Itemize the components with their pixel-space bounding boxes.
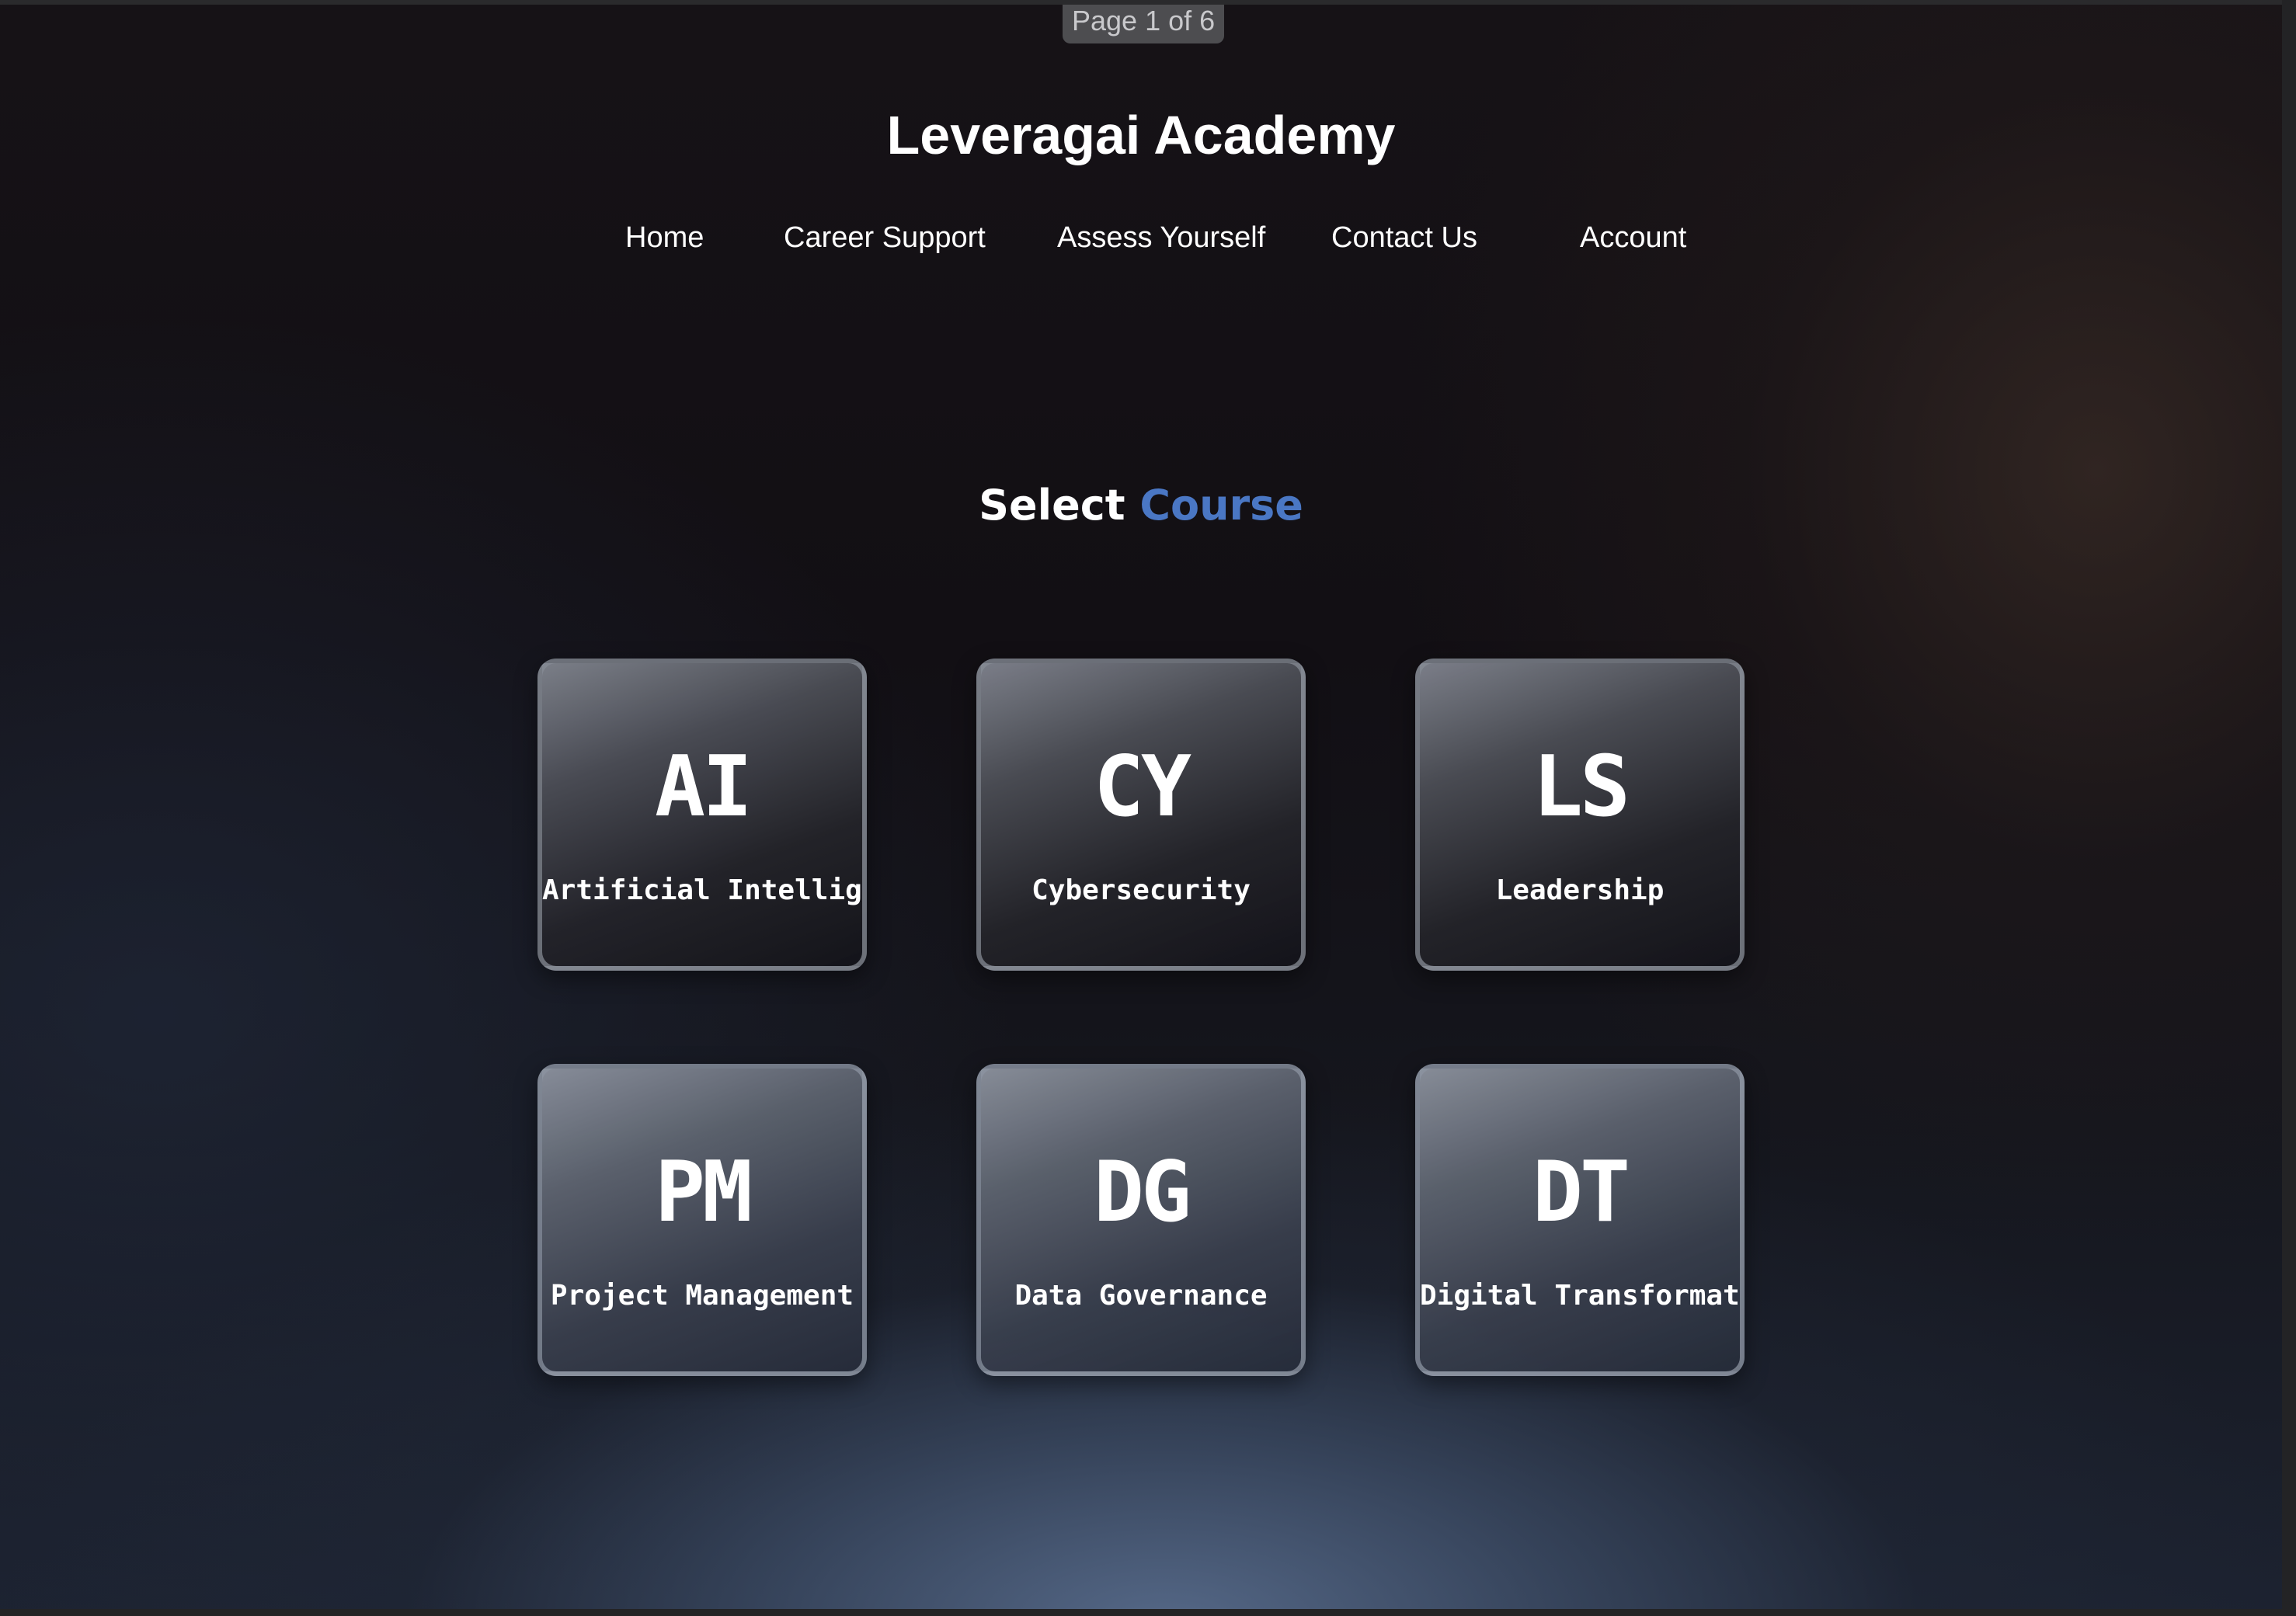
course-code: PM [654, 1144, 753, 1241]
course-name: Digital Transformation [1420, 1280, 1740, 1312]
section-title-course: Course [1139, 481, 1303, 530]
section-title-select: Select [979, 481, 1125, 530]
nav-item-account[interactable]: Account [1580, 214, 1686, 261]
course-card-cybersecurity[interactable]: CY Cybersecurity [976, 659, 1306, 971]
slide-viewport: Page 1 of 6 Leveragai Academy Home Caree… [0, 5, 2282, 1609]
course-name: Project Management [550, 1280, 854, 1312]
nav-item-contact-us[interactable]: Contact Us [1331, 214, 1477, 261]
course-code: LS [1532, 738, 1630, 836]
nav-item-assess-yourself[interactable]: Assess Yourself [1057, 214, 1265, 261]
course-code: DG [1093, 1144, 1191, 1241]
viewer-bottom-gutter [0, 1609, 2296, 1616]
course-name: Leadership [1495, 874, 1665, 906]
course-name: Artificial Intelligence [542, 874, 862, 906]
brand-title: Leveragai Academy [886, 105, 1396, 165]
nav-item-career-support[interactable]: Career Support [784, 214, 986, 261]
course-name: Data Governance [1014, 1280, 1268, 1312]
viewer-right-gutter [2282, 0, 2296, 1616]
main-nav: Home Career Support Assess Yourself Cont… [0, 214, 2282, 261]
course-name: Cybersecurity [1031, 874, 1251, 906]
nav-item-home[interactable]: Home [625, 214, 704, 261]
page-indicator: Page 1 of 6 [1063, 5, 1225, 43]
section-title: Select Course [0, 474, 2282, 537]
course-code: DT [1532, 1144, 1630, 1241]
course-card-leadership[interactable]: LS Leadership [1415, 659, 1745, 971]
course-card-project-management[interactable]: PM Project Management [537, 1064, 867, 1376]
course-code: AI [654, 738, 753, 836]
course-code: CY [1093, 738, 1191, 836]
course-card-ai[interactable]: AI Artificial Intelligence [537, 659, 867, 971]
course-card-data-governance[interactable]: DG Data Governance [976, 1064, 1306, 1376]
course-card-digital-transformation[interactable]: DT Digital Transformation [1415, 1064, 1745, 1376]
